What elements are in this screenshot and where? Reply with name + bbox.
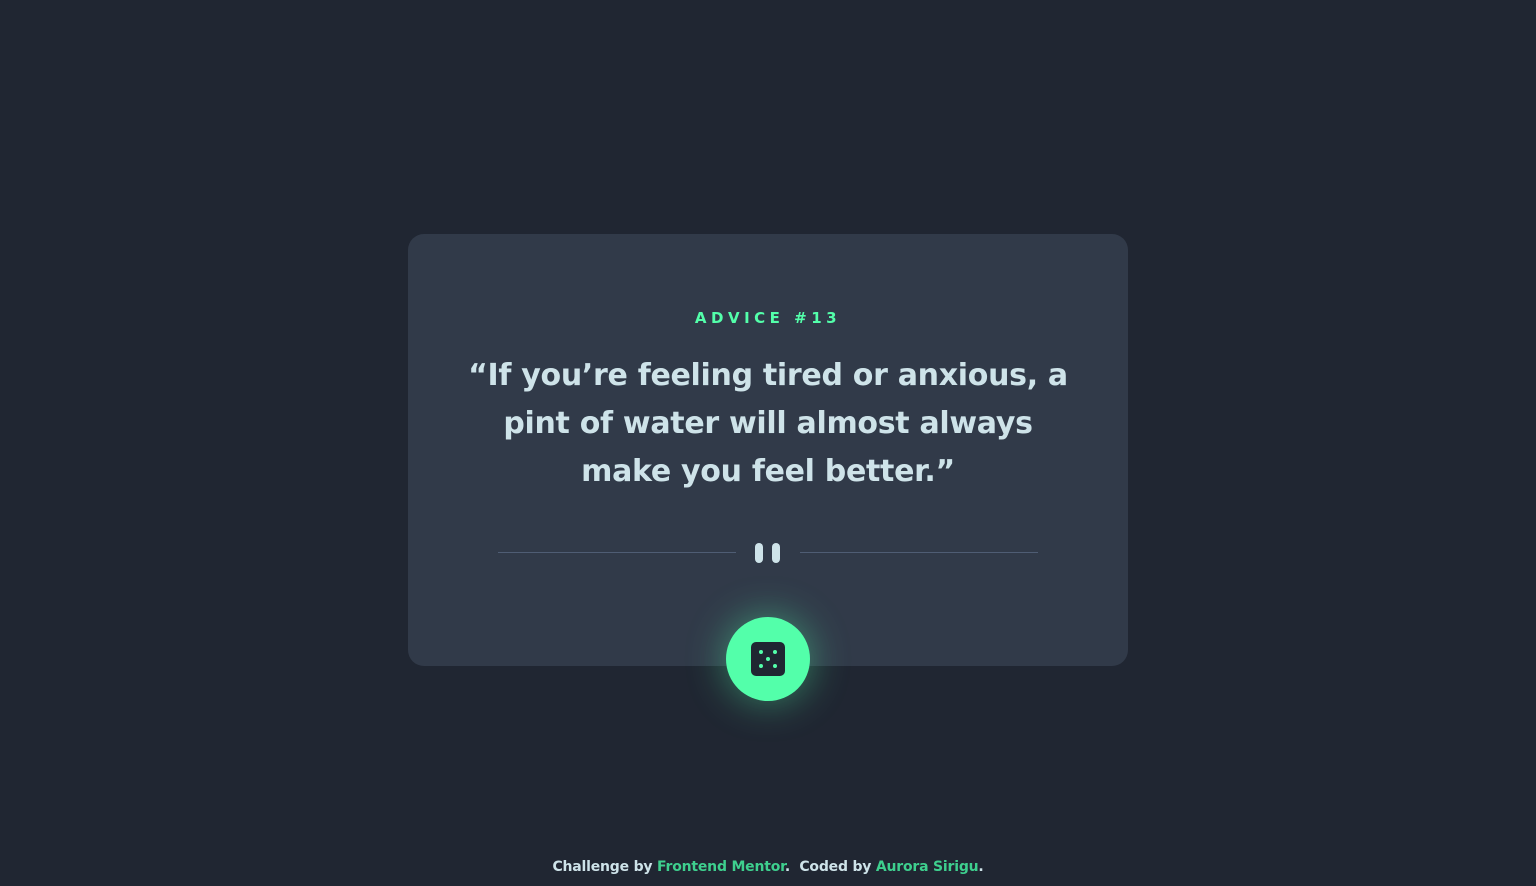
coded-by-text: Coded by bbox=[799, 859, 872, 875]
pattern-divider bbox=[498, 539, 1038, 567]
challenge-text: Challenge by bbox=[552, 859, 653, 875]
page: ADVICE #13 “If you’re feeling tired or a… bbox=[0, 0, 1536, 886]
footer-end: . bbox=[978, 859, 984, 875]
footer-separator: . bbox=[784, 859, 790, 875]
divider-line-left bbox=[498, 552, 736, 553]
new-advice-button[interactable] bbox=[726, 617, 810, 701]
advice-quote: “If you’re feeling tired or anxious, a p… bbox=[468, 358, 1068, 489]
advice-card: ADVICE #13 “If you’re feeling tired or a… bbox=[408, 234, 1128, 666]
advice-number: 13 bbox=[811, 309, 842, 327]
frontend-mentor-link[interactable]: Frontend Mentor bbox=[657, 859, 785, 875]
advice-label-prefix: ADVICE # bbox=[694, 309, 812, 327]
divider-line-right bbox=[800, 552, 1038, 553]
pause-icon bbox=[755, 543, 781, 563]
author-link[interactable]: Aurora Sirigu bbox=[876, 859, 979, 875]
attribution-footer: Challenge by Frontend Mentor. Coded by A… bbox=[0, 857, 1536, 877]
advice-id-label: ADVICE #13 bbox=[408, 308, 1128, 328]
dice-icon bbox=[751, 642, 785, 676]
